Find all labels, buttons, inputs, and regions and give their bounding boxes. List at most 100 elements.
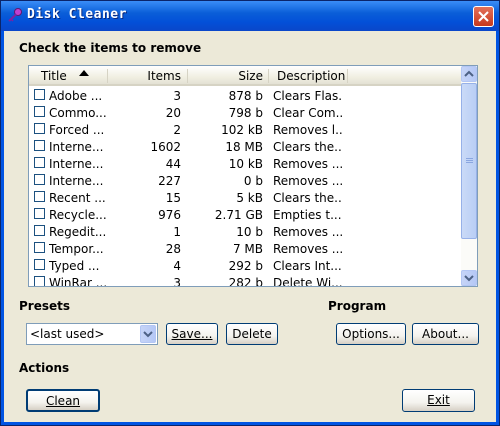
list-item[interactable]: Forced ... 2 102 kB Removes l... bbox=[29, 121, 461, 138]
clean-button[interactable]: Clean bbox=[26, 389, 100, 412]
preset-select[interactable]: <last used> bbox=[26, 323, 158, 345]
item-description: Clears the... bbox=[273, 191, 343, 205]
title-bar[interactable]: Disk Cleaner bbox=[1, 1, 499, 31]
item-size: 7 MB bbox=[232, 242, 263, 256]
item-count: 3 bbox=[173, 89, 181, 103]
list-item[interactable]: Recent ... 15 5 kB Clears the... bbox=[29, 189, 461, 206]
dropdown-button[interactable] bbox=[140, 325, 156, 343]
column-title-header[interactable]: Title bbox=[41, 69, 67, 83]
list-item[interactable]: Interne... 1602 18 MB Clears the... bbox=[29, 138, 461, 155]
item-count: 15 bbox=[165, 191, 181, 205]
item-title: Interne... bbox=[49, 140, 104, 154]
item-description: Clears the... bbox=[273, 140, 343, 154]
scroll-up-button[interactable] bbox=[461, 66, 477, 82]
item-size: 10 b bbox=[236, 225, 263, 239]
column-divider[interactable] bbox=[347, 69, 348, 83]
delete-preset-button[interactable]: Delete bbox=[226, 323, 278, 345]
item-checkbox[interactable] bbox=[34, 157, 45, 168]
list-item[interactable]: Typed ... 4 292 b Clears Int... bbox=[29, 257, 461, 274]
item-title: Forced ... bbox=[49, 123, 105, 137]
exit-button[interactable]: Exit bbox=[402, 389, 475, 412]
list-header: Title Items Size Description bbox=[29, 66, 461, 86]
column-description-header[interactable]: Description bbox=[277, 69, 345, 83]
item-size: 10 kB bbox=[228, 157, 263, 171]
list-item[interactable]: Regedit... 1 10 b Removes ... bbox=[29, 223, 461, 240]
vertical-scrollbar[interactable] bbox=[461, 66, 477, 286]
item-description: Removes l... bbox=[273, 123, 343, 137]
chevron-down-icon bbox=[143, 331, 153, 338]
item-description: Clear Com... bbox=[273, 106, 343, 120]
presets-label: Presets bbox=[19, 299, 71, 313]
item-checkbox[interactable] bbox=[34, 208, 45, 219]
item-title: Interne... bbox=[49, 157, 104, 171]
scroll-thumb[interactable] bbox=[461, 83, 477, 239]
item-title: Adobe ... bbox=[49, 89, 103, 103]
item-title: Regedit... bbox=[49, 225, 107, 239]
list-item[interactable]: Commo... 20 798 b Clear Com... bbox=[29, 104, 461, 121]
list-label: Check the items to remove bbox=[19, 41, 202, 55]
item-count: 4 bbox=[173, 259, 181, 273]
about-button[interactable]: About... bbox=[412, 323, 479, 345]
item-size: 878 b bbox=[228, 89, 263, 103]
column-items-header[interactable]: Items bbox=[107, 69, 181, 83]
save-button-label: Save... bbox=[171, 327, 213, 341]
list-item[interactable]: Tempor... 28 7 MB Removes ... bbox=[29, 240, 461, 257]
window-title: Disk Cleaner bbox=[27, 7, 127, 22]
item-checkbox[interactable] bbox=[34, 89, 45, 100]
item-count: 20 bbox=[165, 106, 181, 120]
close-icon bbox=[478, 11, 489, 22]
item-checkbox[interactable] bbox=[34, 242, 45, 253]
list-item[interactable]: Interne... 44 10 kB Removes ... bbox=[29, 155, 461, 172]
item-checkbox[interactable] bbox=[34, 191, 45, 202]
list-item[interactable]: Recycle... 976 2.71 GB Empties t... bbox=[29, 206, 461, 223]
clean-button-label: Clean bbox=[45, 394, 81, 408]
list-item[interactable]: Adobe ... 3 878 b Clears Flas... bbox=[29, 87, 461, 104]
disk-cleaner-window: Disk Cleaner Check the items to remove T… bbox=[0, 0, 500, 426]
dialog-body: Check the items to remove Title Items Si… bbox=[4, 31, 496, 422]
item-title: Commo... bbox=[49, 106, 107, 120]
item-description: Removes ... bbox=[273, 242, 343, 256]
item-title: Interne... bbox=[49, 174, 104, 188]
item-description: Clears Int... bbox=[273, 259, 342, 273]
scroll-down-button[interactable] bbox=[461, 270, 477, 286]
item-description: Clears Flas... bbox=[273, 89, 343, 103]
item-description: Removes ... bbox=[273, 225, 343, 239]
item-size: 2.71 GB bbox=[214, 208, 263, 222]
options-button[interactable]: Options... bbox=[336, 323, 406, 345]
list-item[interactable]: Interne... 227 0 b Removes ... bbox=[29, 172, 461, 189]
cleanup-items-list[interactable]: Title Items Size Description Adobe ... 3 8… bbox=[28, 65, 478, 287]
item-checkbox[interactable] bbox=[34, 225, 45, 236]
item-description: Removes ... bbox=[273, 157, 343, 171]
column-divider[interactable] bbox=[187, 69, 188, 83]
item-description: Removes ... bbox=[273, 174, 343, 188]
close-button[interactable] bbox=[473, 6, 494, 27]
item-checkbox[interactable] bbox=[34, 140, 45, 151]
actions-label: Actions bbox=[19, 361, 70, 375]
item-count: 28 bbox=[165, 242, 181, 256]
item-count: 1 bbox=[173, 225, 181, 239]
item-checkbox[interactable] bbox=[34, 123, 45, 134]
chevron-up-icon bbox=[464, 70, 474, 77]
preset-select-value: <last used> bbox=[30, 327, 105, 341]
chevron-down-icon bbox=[464, 275, 474, 282]
list-item[interactable]: WinRar ... 3 282 b Delete Wi... bbox=[29, 274, 461, 287]
item-size: 18 MB bbox=[225, 140, 263, 154]
column-divider[interactable] bbox=[268, 69, 269, 83]
item-checkbox[interactable] bbox=[34, 106, 45, 117]
item-size: 282 b bbox=[228, 276, 263, 287]
item-count: 1602 bbox=[150, 140, 181, 154]
item-description: Delete Wi... bbox=[273, 276, 343, 287]
item-checkbox[interactable] bbox=[34, 259, 45, 270]
item-count: 227 bbox=[158, 174, 181, 188]
column-size-header[interactable]: Size bbox=[189, 69, 263, 83]
item-checkbox[interactable] bbox=[34, 174, 45, 185]
item-checkbox[interactable] bbox=[34, 276, 45, 286]
item-title: Typed ... bbox=[49, 259, 100, 273]
sort-ascending-icon bbox=[79, 70, 89, 76]
save-preset-button[interactable]: Save... bbox=[166, 323, 218, 345]
item-title: WinRar ... bbox=[49, 276, 107, 287]
item-size: 5 kB bbox=[236, 191, 263, 205]
item-size: 0 b bbox=[243, 174, 263, 188]
item-description: Empties t... bbox=[273, 208, 342, 222]
item-count: 2 bbox=[173, 123, 181, 137]
